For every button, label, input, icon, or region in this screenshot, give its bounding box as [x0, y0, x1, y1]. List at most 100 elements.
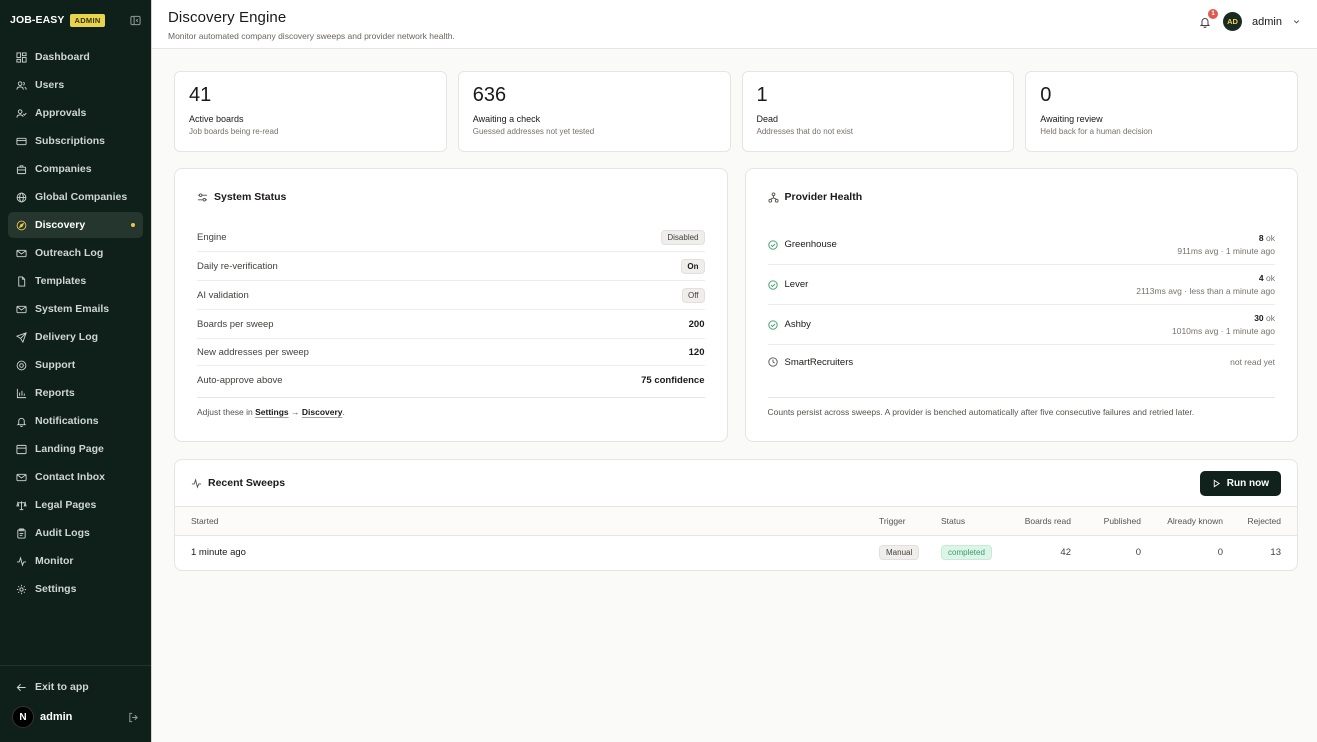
main-area: Discovery Engine Monitor automated compa… [151, 0, 1317, 742]
sidebar-item-outreach-log[interactable]: Outreach Log [8, 240, 143, 266]
activity-icon [191, 477, 202, 489]
status-row-boards-per-sweep: Boards per sweep 200 [197, 310, 705, 339]
notifications-button[interactable]: 1 [1197, 8, 1219, 30]
stat-description: Guessed addresses not yet tested [472, 127, 595, 136]
sidebar-item-system-emails[interactable]: System Emails [8, 296, 143, 322]
provider-meta: not read yet [1230, 357, 1275, 367]
sweep-published: 0 [1135, 547, 1141, 559]
active-indicator-dot [131, 223, 135, 227]
sidebar-user: N admin [8, 702, 143, 732]
network-icon [767, 191, 779, 203]
status-badge: Disabled [661, 229, 705, 245]
collapse-sidebar-icon[interactable] [129, 14, 141, 26]
sidebar-item-label: Notifications [35, 415, 99, 427]
status-row-daily-reverification: Daily re-verification On [197, 252, 705, 281]
sidebar-item-templates[interactable]: Templates [8, 268, 143, 294]
clipboard-icon [17, 527, 26, 539]
sidebar-item-label: Users [35, 79, 65, 91]
sidebar-item-label: Settings [35, 583, 77, 595]
sidebar-item-delivery-log[interactable]: Delivery Log [8, 324, 143, 350]
sidebar-item-notifications[interactable]: Notifications [8, 408, 143, 434]
panel-header: System Status [197, 191, 705, 203]
bell-icon [16, 417, 27, 427]
stat-label: Awaiting a check [472, 114, 541, 124]
sidebar-item-companies[interactable]: Companies [8, 156, 143, 182]
panel-title: Provider Health [784, 191, 863, 203]
top-header: Discovery Engine Monitor automated compa… [152, 0, 1317, 49]
sidebar-item-discovery[interactable]: Discovery [8, 212, 143, 238]
status-row-ai-validation: AI validation Off [197, 281, 705, 310]
table-row[interactable]: 1 minute ago Manual completed 42 0 0 13 [175, 535, 1297, 570]
sidebar-item-label: Outreach Log [35, 247, 104, 259]
provider-row-lever: Lever 4 ok 2113ms avg · less than a minu… [767, 265, 1275, 305]
sweep-boards-read: 42 [1060, 547, 1071, 559]
sidebar-item-settings[interactable]: Settings [8, 576, 143, 602]
status-value: 120 [688, 346, 705, 358]
stat-card-active-boards: 41 Active boards Job boards being re-rea… [174, 71, 447, 152]
sweep-status-cell: completed [941, 535, 1017, 570]
column-header-status: Status [941, 507, 1017, 536]
sidebar-item-reports[interactable]: Reports [8, 380, 143, 406]
check-circle-icon [767, 319, 778, 330]
column-header-already-known: Already known [1153, 507, 1235, 536]
user-menu-name[interactable]: admin [1252, 16, 1282, 28]
sidebar-item-global-companies[interactable]: Global Companies [8, 184, 143, 210]
life-buoy-icon [16, 360, 27, 370]
provider-count-value: 30 [1254, 313, 1264, 323]
exit-to-app-link[interactable]: Exit to app [8, 674, 143, 700]
stat-label: Active boards [189, 114, 244, 124]
status-label: New addresses per sweep [197, 346, 309, 358]
sidebar-item-dashboard[interactable]: Dashboard [8, 44, 143, 70]
provider-name: SmartRecruiters [784, 356, 854, 368]
column-header-rejected: Rejected [1235, 507, 1297, 536]
mail-icon [16, 473, 27, 481]
chevron-down-icon[interactable] [1292, 17, 1301, 26]
sidebar-item-support[interactable]: Support [8, 352, 143, 378]
stat-description: Addresses that do not exist [756, 127, 854, 136]
sidebar-item-label: Templates [35, 275, 87, 287]
settings-hint-suffix: . [342, 407, 345, 417]
provider-count-suffix: ok [1263, 273, 1275, 283]
check-circle-icon [767, 279, 778, 290]
sidebar: JOB-EASY ADMIN Dashboard Users Approvals… [0, 0, 151, 742]
brand: JOB-EASY ADMIN [0, 0, 151, 40]
provider-health-note: Counts persist across sweeps. A provider… [767, 397, 1275, 417]
run-now-button[interactable]: Run now [1199, 470, 1281, 496]
table-header-row: Started Trigger Status Boards read Publi… [175, 507, 1297, 536]
status-label: Auto-approve above [197, 375, 283, 386]
settings-hint-arrow: → [288, 407, 302, 417]
sidebar-item-label: Monitor [35, 555, 74, 567]
compass-icon [16, 220, 27, 230]
sidebar-item-landing-page[interactable]: Landing Page [8, 436, 143, 462]
provider-stats: 30 ok 1010ms avg · 1 minute ago [1172, 313, 1275, 336]
logout-icon[interactable] [128, 712, 139, 723]
stat-description: Held back for a human decision [1040, 127, 1153, 136]
sidebar-item-label: Delivery Log [35, 331, 99, 343]
sidebar-item-subscriptions[interactable]: Subscriptions [8, 128, 143, 154]
stat-value: 41 [189, 84, 212, 106]
sidebar-item-monitor[interactable]: Monitor [8, 548, 143, 574]
sidebar-item-legal-pages[interactable]: Legal Pages [8, 492, 143, 518]
panel-header: Recent Sweeps [191, 477, 285, 489]
sweep-started: 1 minute ago [191, 547, 246, 559]
status-badge: On [681, 258, 705, 274]
avatar[interactable]: AD [1223, 12, 1243, 31]
sidebar-item-label: Approvals [35, 107, 87, 119]
sidebar-item-users[interactable]: Users [8, 72, 143, 98]
sidebar-item-approvals[interactable]: Approvals [8, 100, 143, 126]
sidebar-item-label: Audit Logs [35, 527, 90, 539]
discovery-settings-link[interactable]: Discovery [302, 407, 343, 417]
bar-chart-icon [16, 388, 27, 398]
sidebar-item-contact-inbox[interactable]: Contact Inbox [8, 464, 143, 490]
provider-list: Greenhouse 8 ok 911ms avg · 1 minute ago… [767, 225, 1275, 379]
recent-sweeps-panel: Recent Sweeps Run now Started Trigger St… [174, 459, 1298, 571]
status-row-new-addresses-per-sweep: New addresses per sweep 120 [197, 339, 705, 366]
stat-value: 636 [472, 84, 507, 106]
globe-icon [16, 192, 27, 202]
settings-link[interactable]: Settings [255, 407, 289, 417]
provider-count: 4 ok [1136, 273, 1275, 283]
sidebar-item-label: Dashboard [35, 51, 90, 63]
sidebar-item-audit-logs[interactable]: Audit Logs [8, 520, 143, 546]
system-status-panel: System Status Engine Disabled Daily re-v… [174, 168, 728, 442]
provider-count-suffix: ok [1263, 233, 1275, 243]
